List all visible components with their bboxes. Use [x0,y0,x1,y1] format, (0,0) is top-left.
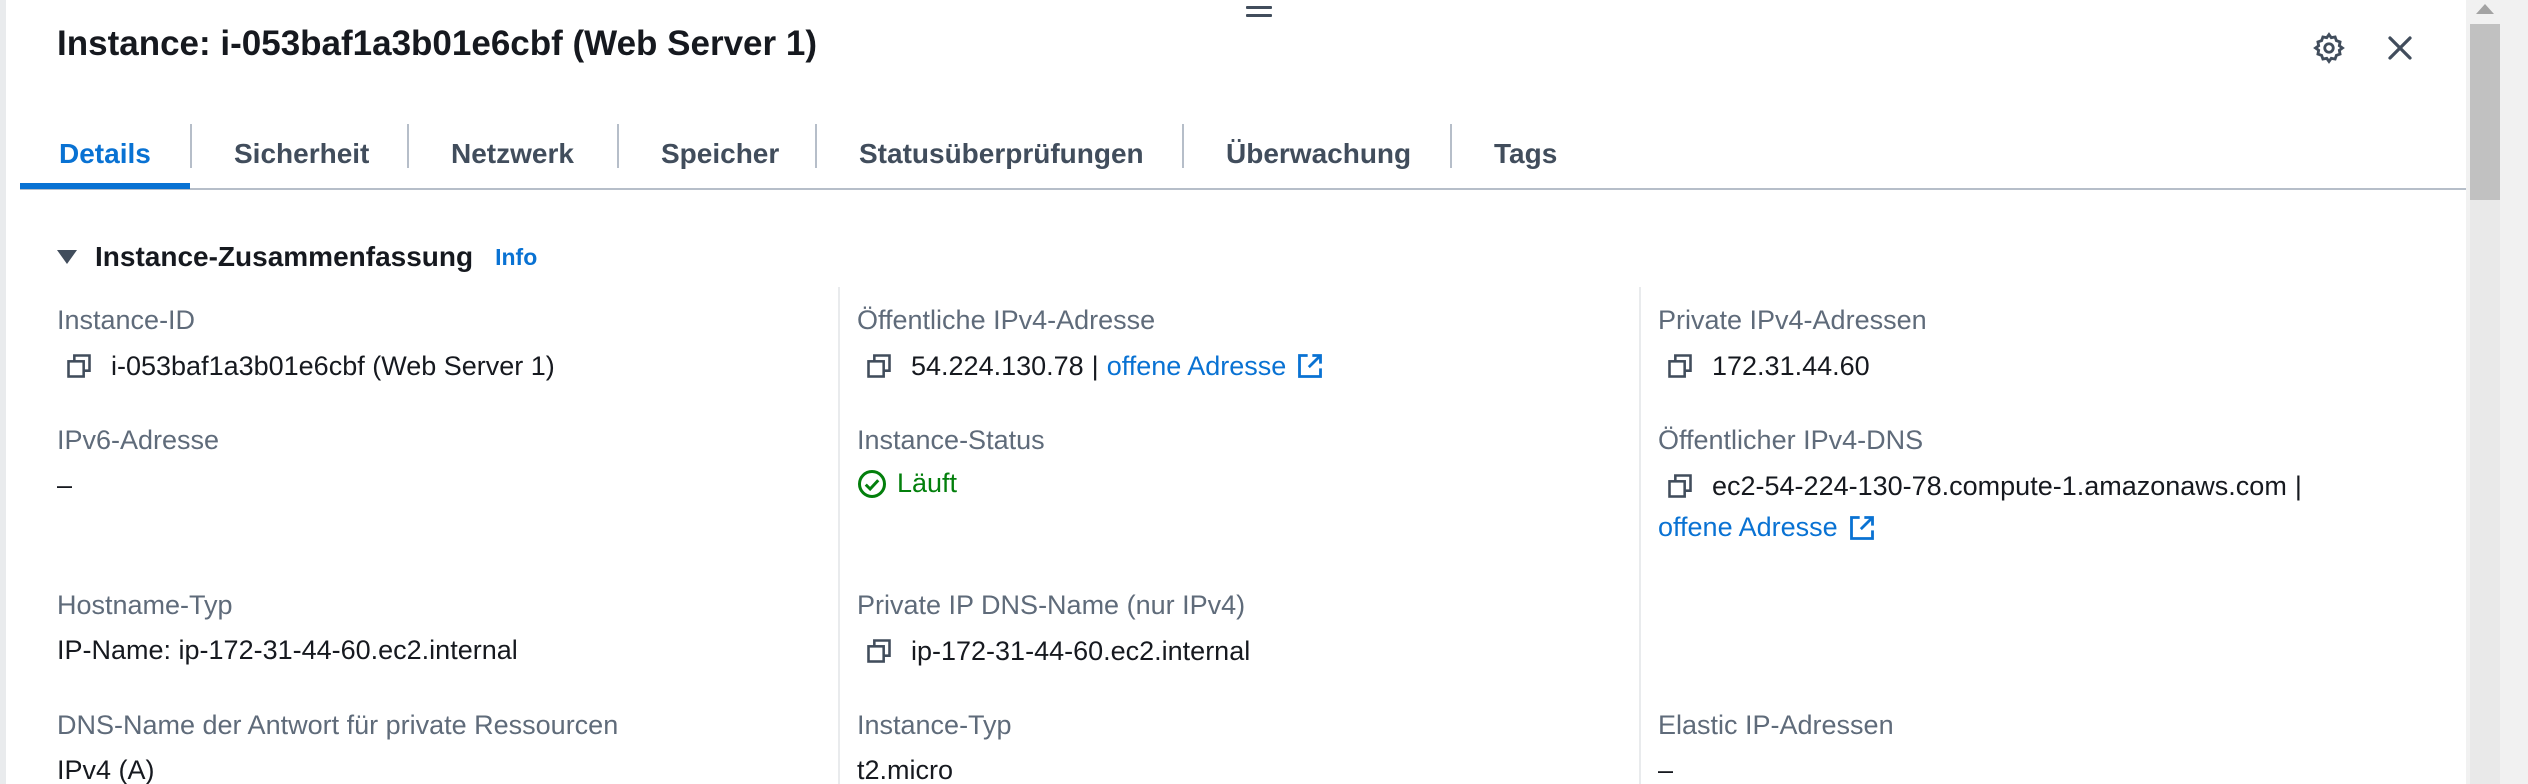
private-dns-value: ip-172-31-44-60.ec2.internal [857,633,1250,669]
separator: | [2294,470,2302,501]
info-link[interactable]: Info [495,244,537,271]
private-ipv4-label: Private IPv4-Adressen [1658,305,1927,335]
caret-down-icon [57,250,77,264]
public-dns-value: ec2-54-224-130-78.compute-1.amazonaws.co… [1658,468,2310,504]
column-divider [1639,287,1641,784]
private-ipv4-text: 172.31.44.60 [1712,350,1870,381]
public-ipv4-text: 54.224.130.78 [911,350,1084,381]
copy-icon [867,354,891,378]
elastic-ip-label: Elastic IP-Adressen [1658,710,1894,740]
instance-type-label: Instance-Typ [857,710,1012,740]
settings-button[interactable] [2303,22,2355,74]
public-dns-label: Öffentlicher IPv4-DNS [1658,425,1924,455]
copy-private-ipv4-button[interactable] [1662,348,1698,384]
instance-status-value: Läuft [857,468,957,499]
copy-icon [67,354,91,378]
status-success-icon [858,469,886,498]
open-address-link[interactable]: offene Adresse [1107,351,1325,382]
copy-public-ipv4-button[interactable] [861,348,897,384]
public-dns-text: ec2-54-224-130-78.compute-1.amazonaws.co… [1712,470,2287,501]
tab-storage[interactable]: Speicher [661,120,779,188]
tab-divider [190,124,192,168]
instance-status-label: Instance-Status [857,425,1045,455]
tab-divider [815,124,817,168]
open-address-link[interactable]: offene Adresse [1658,512,1876,543]
open-address-text: offene Adresse [1658,512,1838,542]
ipv6-value: – [57,470,73,500]
public-ipv4-value: 54.224.130.78 | offene Adresse [857,348,1324,384]
dns-answer-label: DNS-Name der Antwort für private Ressour… [57,710,619,740]
open-address-text: offene Adresse [1106,350,1287,381]
copy-icon [867,639,891,663]
private-dns-text: ip-172-31-44-60.ec2.internal [911,635,1251,666]
copy-instance-id-button[interactable] [61,348,97,384]
private-ipv4-value: 172.31.44.60 [1658,348,1870,384]
instance-id-label: Instance-ID [57,305,196,335]
tab-network[interactable]: Netzwerk [451,120,574,188]
copy-icon [1668,474,1692,498]
tab-monitoring[interactable]: Überwachung [1226,120,1411,188]
panel-left-edge [0,0,6,784]
hostname-type-value: IP-Name: ip-172-31-44-60.ec2.internal [57,635,518,665]
public-dns-link-row: offene Adresse [1658,512,1876,543]
scroll-up-arrow-icon[interactable] [2476,4,2494,14]
page-title: Instance: i-053baf1a3b01e6cbf (Web Serve… [57,24,817,63]
close-icon [2388,36,2412,60]
section-title: Instance-Zusammenfassung [95,241,474,272]
resize-handle[interactable] [1246,6,1272,22]
external-link-icon [1848,514,1876,542]
copy-public-dns-button[interactable] [1662,468,1698,504]
tab-divider [407,124,409,168]
instance-status-text: Läuft [897,468,958,498]
instance-id-text: i-053baf1a3b01e6cbf (Web Server 1) [111,350,555,381]
private-dns-label: Private IP DNS-Name (nur IPv4) [857,590,1246,620]
tab-details[interactable]: Details [59,120,151,188]
scrollbar-thumb[interactable] [2470,24,2500,200]
instance-id-value: i-053baf1a3b01e6cbf (Web Server 1) [57,348,555,384]
column-divider [838,287,840,784]
section-toggle[interactable]: Instance-Zusammenfassung Info [57,241,537,273]
tab-divider [1182,124,1184,168]
hostname-type-label: Hostname-Typ [57,590,233,620]
copy-private-dns-button[interactable] [861,633,897,669]
external-link-icon [1296,352,1324,380]
tab-divider [1450,124,1452,168]
close-button[interactable] [2374,22,2426,74]
separator: | [1091,350,1099,381]
tab-status-checks[interactable]: Statusüberprüfungen [859,120,1144,188]
instance-type-value: t2.micro [857,755,954,784]
tab-divider [617,124,619,168]
instance-detail-panel: Instance: i-053baf1a3b01e6cbf (Web Serve… [0,0,2466,784]
gear-icon [2313,32,2345,64]
tab-tags[interactable]: Tags [1494,120,1557,188]
ipv6-label: IPv6-Adresse [57,425,220,455]
dns-answer-value: IPv4 (A) [57,755,155,784]
tab-bar: Details Sicherheit Netzwerk Speicher Sta… [20,120,2466,190]
active-tab-indicator [20,183,190,189]
elastic-ip-value: – [1658,755,1674,784]
tab-security[interactable]: Sicherheit [234,120,369,188]
public-ipv4-label: Öffentliche IPv4-Adresse [857,305,1156,335]
copy-icon [1668,354,1692,378]
